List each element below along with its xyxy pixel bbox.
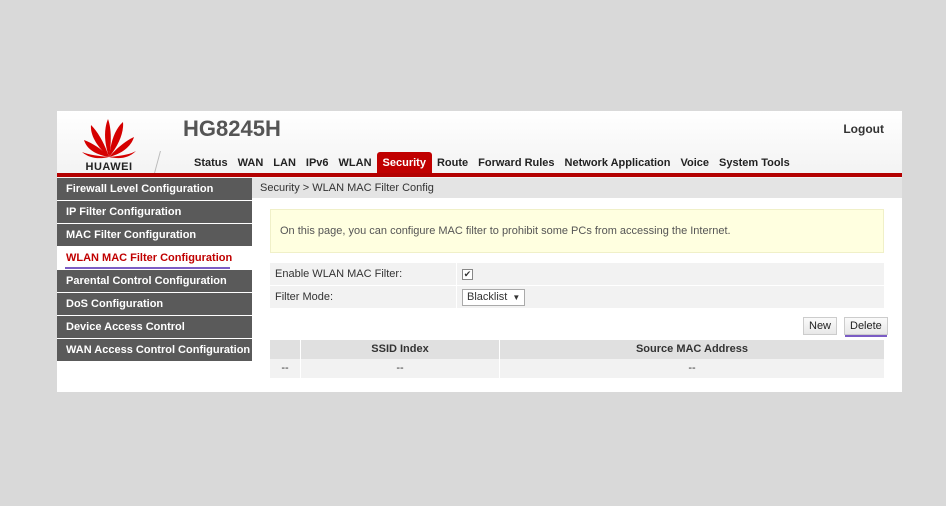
mac-filter-table: SSID Index Source MAC Address -- -- -- bbox=[270, 340, 884, 378]
filter-form: Enable WLAN MAC Filter: ✔ Filter Mode: B… bbox=[270, 263, 884, 309]
header-select bbox=[270, 340, 301, 359]
row-select-cell: -- bbox=[270, 359, 301, 378]
table-header: SSID Index Source MAC Address bbox=[270, 340, 884, 359]
sidebar-item-parental-control[interactable]: Parental Control Configuration bbox=[57, 270, 252, 292]
breadcrumb: Security > WLAN MAC Filter Config bbox=[252, 178, 902, 198]
nav-ipv6[interactable]: IPv6 bbox=[301, 157, 334, 173]
nav-route[interactable]: Route bbox=[432, 157, 473, 173]
row-source-mac: -- bbox=[688, 362, 696, 374]
nav-status[interactable]: Status bbox=[189, 157, 233, 173]
enable-filter-label: Enable WLAN MAC Filter: bbox=[275, 268, 403, 280]
form-row-mode: Filter Mode: Blacklist ▼ bbox=[270, 286, 884, 308]
active-underline bbox=[65, 267, 230, 269]
info-notice: On this page, you can configure MAC filt… bbox=[270, 209, 884, 253]
filter-mode-select[interactable]: Blacklist ▼ bbox=[462, 288, 526, 306]
nav-system-tools[interactable]: System Tools bbox=[714, 157, 795, 173]
header-red-line bbox=[57, 173, 902, 177]
nav-security[interactable]: Security bbox=[376, 152, 432, 175]
sidebar-item-mac-filter[interactable]: MAC Filter Configuration bbox=[57, 224, 252, 246]
delete-button-label: Delete bbox=[850, 320, 882, 332]
delete-button[interactable]: Delete bbox=[844, 317, 888, 337]
row-ssid-index: -- bbox=[301, 359, 500, 378]
router-panel: HUAWEI HG8245H Logout Status WAN LAN IPv… bbox=[57, 111, 902, 392]
huawei-logo: HUAWEI bbox=[75, 117, 143, 173]
form-row-enable: Enable WLAN MAC Filter: ✔ bbox=[270, 263, 884, 285]
new-button[interactable]: New bbox=[803, 317, 838, 335]
sidebar-item-wlan-mac-filter[interactable]: WLAN MAC Filter Configuration bbox=[57, 247, 252, 269]
nav-wan[interactable]: WAN bbox=[233, 157, 269, 173]
enable-filter-checkbox[interactable]: ✔ bbox=[462, 268, 473, 280]
huawei-flower-icon bbox=[82, 119, 136, 159]
nav-voice[interactable]: Voice bbox=[675, 157, 714, 173]
nav-network-application[interactable]: Network Application bbox=[560, 157, 676, 173]
nav-lan[interactable]: LAN bbox=[268, 157, 301, 173]
header: HUAWEI HG8245H Logout Status WAN LAN IPv… bbox=[57, 111, 902, 178]
table-row[interactable]: -- -- -- bbox=[270, 359, 884, 378]
sidebar-item-dos[interactable]: DoS Configuration bbox=[57, 293, 252, 315]
sidebar-item-ip-filter[interactable]: IP Filter Configuration bbox=[57, 201, 252, 223]
header-source-mac: Source MAC Address bbox=[635, 343, 749, 355]
brand-text: HUAWEI bbox=[85, 161, 133, 173]
nav-forward-rules[interactable]: Forward Rules bbox=[473, 157, 559, 173]
filter-mode-label: Filter Mode: bbox=[275, 291, 334, 303]
sidebar-item-wan-access-control[interactable]: WAN Access Control Configuration bbox=[57, 339, 252, 361]
sidebar-item-firewall-level[interactable]: Firewall Level Configuration bbox=[57, 178, 252, 200]
sidebar-item-label: WLAN MAC Filter Configuration bbox=[66, 252, 233, 264]
dropdown-arrow-icon: ▼ bbox=[512, 292, 521, 302]
top-nav: Status WAN LAN IPv6 WLAN Security Route … bbox=[189, 149, 795, 175]
logout-link[interactable]: Logout bbox=[843, 122, 884, 136]
sidebar: Firewall Level Configuration IP Filter C… bbox=[57, 178, 252, 362]
logo-divider bbox=[154, 151, 161, 173]
filter-mode-value: Blacklist bbox=[467, 290, 508, 303]
delete-underline bbox=[845, 335, 887, 337]
sidebar-item-device-access-control[interactable]: Device Access Control bbox=[57, 316, 252, 338]
header-ssid-index: SSID Index bbox=[301, 340, 500, 359]
nav-wlan[interactable]: WLAN bbox=[334, 157, 377, 173]
device-model: HG8245H bbox=[183, 116, 281, 141]
